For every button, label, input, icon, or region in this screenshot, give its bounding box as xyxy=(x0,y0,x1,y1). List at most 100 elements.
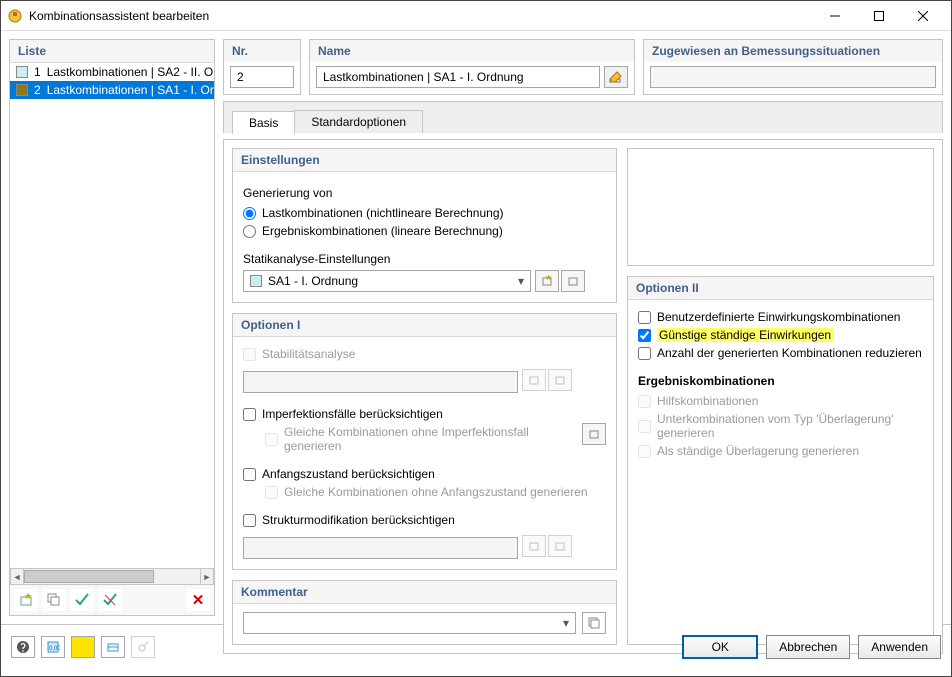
liste-row-label: Lastkombinationen | SA1 - I. Ord xyxy=(47,83,214,97)
check-imperfektion-input[interactable] xyxy=(243,408,256,421)
kommentar-edit-button[interactable] xyxy=(582,612,606,634)
radio-lastkomb[interactable]: Lastkombinationen (nichtlineare Berechnu… xyxy=(243,204,606,222)
horizontal-scrollbar[interactable]: ◄ ► xyxy=(10,568,214,584)
edit-statik-button[interactable] xyxy=(561,270,585,292)
uncheck-all-button[interactable] xyxy=(98,589,122,611)
check-strukturmod-label: Strukturmodifikation berücksichtigen xyxy=(262,513,455,527)
radio-lastkomb-input[interactable] xyxy=(243,207,256,220)
kommentar-select[interactable]: ▾ xyxy=(243,612,576,634)
copy-item-button[interactable] xyxy=(42,589,66,611)
liste-row[interactable]: 2 Lastkombinationen | SA1 - I. Ord xyxy=(10,81,214,99)
nr-panel: Nr. xyxy=(223,39,301,95)
radio-ergebnis-label: Ergebniskombinationen (lineare Berechnun… xyxy=(262,224,503,238)
check-anzahl-input[interactable] xyxy=(638,347,651,360)
liste-body[interactable]: 1 Lastkombinationen | SA2 - II. Ord 2 La… xyxy=(10,63,214,568)
swatch-icon xyxy=(250,275,262,287)
edit-struktur-button xyxy=(548,535,572,557)
check-anf-gleich: Gleiche Kombinationen ohne Anfangszustan… xyxy=(265,483,606,501)
radio-ergebnis[interactable]: Ergebniskombinationen (lineare Berechnun… xyxy=(243,222,606,240)
check-anzahl-label: Anzahl der generierten Kombinationen red… xyxy=(657,346,922,360)
help-button[interactable] xyxy=(11,636,35,658)
check-strukturmod[interactable]: Strukturmodifikation berücksichtigen xyxy=(243,511,606,529)
check-imperf-gleich-input xyxy=(265,433,278,446)
svg-text:★: ★ xyxy=(24,593,32,601)
struktur-select xyxy=(243,537,518,559)
statik-select[interactable]: SA1 - I. Ordnung ▾ xyxy=(243,270,531,292)
check-benutzerdef[interactable]: Benutzerdefinierte Einwirkungskombinatio… xyxy=(638,308,923,326)
tab-standardoptionen[interactable]: Standardoptionen xyxy=(294,110,423,133)
check-strukturmod-input[interactable] xyxy=(243,514,256,527)
check-stabilitaet-label: Stabilitätsanalyse xyxy=(262,347,355,361)
check-stabilitaet: Stabilitätsanalyse xyxy=(243,345,606,363)
edit-name-button[interactable] xyxy=(604,66,628,88)
check-imperfektion[interactable]: Imperfektionsfälle berücksichtigen xyxy=(243,405,606,423)
tab-basis[interactable]: Basis xyxy=(232,111,295,134)
minimize-button[interactable] xyxy=(813,1,857,31)
calc-button[interactable]: 0,00 xyxy=(41,636,65,658)
check-unter: Unterkombinationen vom Typ 'Überlagerung… xyxy=(638,410,923,442)
liste-header: Liste xyxy=(10,40,214,63)
color-button[interactable] xyxy=(71,636,95,658)
app-icon xyxy=(7,8,23,24)
check-stabilitaet-input xyxy=(243,348,256,361)
radio-lastkomb-label: Lastkombinationen (nichtlineare Berechnu… xyxy=(262,206,503,220)
liste-row-label: Lastkombinationen | SA2 - II. Ord xyxy=(47,65,214,79)
maximize-button[interactable] xyxy=(857,1,901,31)
check-anf-gleich-label: Gleiche Kombinationen ohne Anfangszustan… xyxy=(284,485,588,499)
delete-button[interactable]: ✕ xyxy=(186,589,210,611)
check-imperf-gleich: Gleiche Kombinationen ohne Imperfektions… xyxy=(265,423,578,455)
preview-placeholder xyxy=(627,148,934,266)
new-statik-button[interactable]: ★ xyxy=(535,270,559,292)
cancel-button[interactable]: Abbrechen xyxy=(766,635,850,659)
check-anfangszustand-input[interactable] xyxy=(243,468,256,481)
chevron-down-icon: ▾ xyxy=(557,616,575,630)
edit-imperf-button[interactable] xyxy=(582,423,606,445)
scroll-thumb[interactable] xyxy=(24,570,154,583)
check-all-button[interactable] xyxy=(70,589,94,611)
check-benutzerdef-input[interactable] xyxy=(638,311,651,324)
liste-panel: Liste 1 Lastkombinationen | SA2 - II. Or… xyxy=(9,39,215,616)
name-input[interactable] xyxy=(316,66,600,88)
radio-ergebnis-input[interactable] xyxy=(243,225,256,238)
ergebnis-header: Ergebniskombinationen xyxy=(638,374,923,388)
check-anfangszustand[interactable]: Anfangszustand berücksichtigen xyxy=(243,465,606,483)
check-imperfektion-label: Imperfektionsfälle berücksichtigen xyxy=(262,407,443,421)
view-button[interactable] xyxy=(101,636,125,658)
nr-label: Nr. xyxy=(224,40,300,62)
check-anzahl[interactable]: Anzahl der generierten Kombinationen red… xyxy=(638,344,923,362)
main-body: Einstellungen Generierung von Lastkombin… xyxy=(223,139,943,654)
liste-row-num: 2 xyxy=(34,83,41,97)
check-anf-gleich-input xyxy=(265,486,278,499)
stab-select xyxy=(243,371,518,393)
ok-button[interactable]: OK xyxy=(682,635,758,659)
scroll-right-icon[interactable]: ► xyxy=(200,569,214,584)
scroll-left-icon[interactable]: ◄ xyxy=(10,569,24,584)
check-benutzerdef-label: Benutzerdefinierte Einwirkungskombinatio… xyxy=(657,310,900,324)
einstellungen-group: Einstellungen Generierung von Lastkombin… xyxy=(232,148,617,303)
optionen1-header: Optionen I xyxy=(233,314,616,337)
name-label: Name xyxy=(310,40,634,62)
name-panel: Name xyxy=(309,39,635,95)
swatch-icon xyxy=(16,84,28,96)
new-stab-button xyxy=(522,369,546,391)
check-hilfs-input xyxy=(638,395,651,408)
kommentar-header: Kommentar xyxy=(233,581,616,604)
new-item-button[interactable]: ★ xyxy=(14,589,38,611)
settings-button[interactable] xyxy=(131,636,155,658)
apply-button[interactable]: Anwenden xyxy=(858,635,941,659)
bem-label: Zugewiesen an Bemessungssituationen xyxy=(644,40,942,62)
check-als-input xyxy=(638,445,651,458)
optionen2-header: Optionen II xyxy=(628,277,933,300)
check-guenstige-input[interactable] xyxy=(638,329,651,342)
close-button[interactable] xyxy=(901,1,945,31)
check-unter-input xyxy=(638,420,651,433)
check-imperf-gleich-label: Gleiche Kombinationen ohne Imperfektions… xyxy=(284,425,578,453)
nr-input[interactable] xyxy=(230,66,294,88)
liste-toolbar: ★ ✕ xyxy=(10,584,214,615)
check-guenstige[interactable]: Günstige ständige Einwirkungen xyxy=(638,326,923,344)
svg-text:0,00: 0,00 xyxy=(49,646,60,652)
check-unter-label: Unterkombinationen vom Typ 'Überlagerung… xyxy=(657,412,923,440)
optionen1-group: Optionen I Stabilitätsanalyse xyxy=(232,313,617,570)
check-anfangszustand-label: Anfangszustand berücksichtigen xyxy=(262,467,435,481)
liste-row[interactable]: 1 Lastkombinationen | SA2 - II. Ord xyxy=(10,63,214,81)
